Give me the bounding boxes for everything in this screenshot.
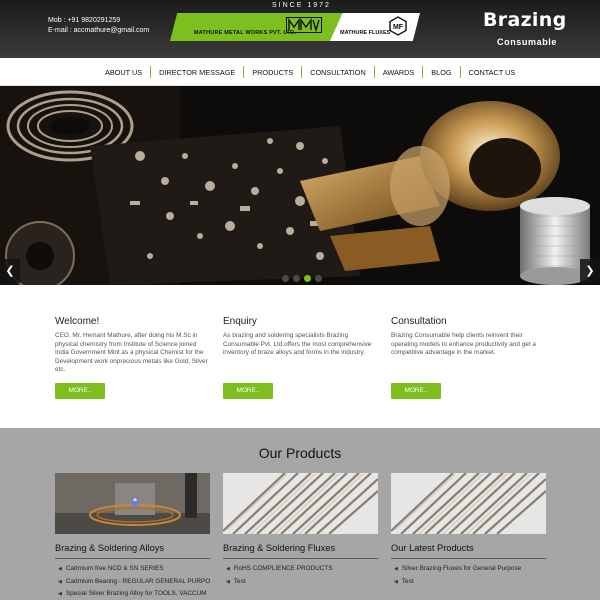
contact-mobile: Mob : +91 9820291259 — [48, 17, 121, 24]
product-card-title[interactable]: Our Latest Products — [391, 543, 546, 559]
company-name: MATHURE METAL WORKS PVT. LTD. — [194, 30, 296, 36]
product-list: RoHS COMPLIENCE PRODUCTS Test — [223, 563, 378, 588]
slider-dot[interactable] — [315, 275, 322, 282]
intro-section: Welcome! CEO. Mr. Hemant Mathure, after … — [0, 285, 600, 428]
consultation-title: Consultation — [391, 316, 447, 327]
nav-item-consultation[interactable]: CONSULTATION — [302, 67, 374, 78]
chevron-left-icon: ❮ — [5, 265, 15, 277]
consultation-text: Brazing Consumable help clients reinvent… — [391, 332, 536, 357]
product-card-alloys[interactable]: Brazing & Soldering Alloys Cadmium free … — [55, 473, 210, 601]
product-list: Cadmium free NCD & SN SERIES Cadmium Bea… — [55, 563, 210, 601]
welcome-column: Welcome! CEO. Mr. Hemant Mathure, after … — [55, 316, 210, 375]
welcome-title: Welcome! — [55, 316, 100, 327]
brand-title[interactable]: Brazing — [483, 9, 566, 31]
slider-next-button[interactable]: ❯ — [580, 259, 600, 283]
since-label: SINCE 1972 — [272, 2, 331, 9]
nav-item-awards[interactable]: AWARDS — [375, 67, 423, 78]
product-image-rods-latest[interactable] — [391, 473, 546, 534]
mf-logo-text: MF — [393, 24, 404, 31]
enquiry-more-button[interactable]: MORE.. — [223, 383, 273, 399]
enquiry-text: As brazing and soldering specialists Bra… — [223, 332, 372, 357]
chevron-right-icon: ❯ — [585, 265, 595, 277]
product-list: Silver Brazing Fluxes for General Purpos… — [391, 563, 546, 588]
brand-green-strip — [170, 13, 350, 41]
product-image-torch[interactable] — [55, 473, 210, 534]
hero-slider: ❮ ❯ — [0, 86, 600, 285]
consultation-more-button[interactable]: MORE.. — [391, 383, 441, 399]
product-image-rods[interactable] — [223, 473, 378, 534]
company-brand-band[interactable]: MATHURE METAL WORKS PVT. LTD. MATHURE FL… — [170, 13, 420, 41]
enquiry-column: Enquiry As brazing and soldering special… — [223, 316, 378, 358]
product-list-item[interactable]: Cadmium Bearing - REGULAR GENERAL PURPOS… — [55, 576, 210, 589]
mmw-logo-icon — [286, 17, 322, 33]
consultation-column: Consultation Brazing Consumable help cli… — [391, 316, 546, 358]
nav-item-about-us[interactable]: ABOUT US — [97, 67, 150, 78]
enquiry-title: Enquiry — [223, 316, 257, 327]
product-list-item[interactable]: Test — [391, 576, 546, 589]
welcome-text: CEO. Mr. Hemant Mathure, after doing his… — [55, 332, 208, 374]
product-card-latest[interactable]: Our Latest Products Silver Brazing Fluxe… — [391, 473, 546, 588]
mf-logo-icon: MF — [389, 16, 407, 36]
nav-item-products[interactable]: PRODUCTS — [244, 67, 301, 78]
welcome-more-button[interactable]: MORE.. — [55, 383, 105, 399]
product-list-item[interactable]: RoHS COMPLIENCE PRODUCTS — [223, 563, 378, 576]
product-card-fluxes[interactable]: Brazing & Soldering Fluxes RoHS COMPLIEN… — [223, 473, 378, 588]
slider-prev-button[interactable]: ❮ — [0, 259, 20, 283]
brand-subtitle: Consumable — [497, 37, 558, 47]
nav-item-director-message[interactable]: DIRECTOR MESSAGE — [151, 67, 243, 78]
product-card-title[interactable]: Brazing & Soldering Alloys — [55, 543, 210, 559]
contact-info: Mob : +91 9820291259 E-mail : accmathure… — [48, 16, 149, 36]
slider-dot-active[interactable] — [304, 275, 311, 282]
product-list-item[interactable]: Test — [223, 576, 378, 589]
site-header: Mob : +91 9820291259 E-mail : accmathure… — [0, 0, 600, 58]
products-heading: Our Products — [258, 445, 342, 461]
fluxes-name: MATHURE FLUXES — [340, 30, 391, 36]
hero-slide-image — [0, 86, 600, 285]
nav-list: ABOUT US DIRECTOR MESSAGE PRODUCTS CONSU… — [97, 58, 523, 86]
product-card-title[interactable]: Brazing & Soldering Fluxes — [223, 543, 378, 559]
nav-item-contact-us[interactable]: CONTACT US — [461, 67, 524, 78]
nav-item-blog[interactable]: BLOG — [423, 67, 459, 78]
slider-dots — [282, 275, 322, 282]
slider-dot[interactable] — [282, 275, 289, 282]
products-section: Our Products Brazing & Soldering Alloys … — [0, 428, 600, 600]
product-list-item[interactable]: Silver Brazing Fluxes for General Purpos… — [391, 563, 546, 576]
product-list-item[interactable]: Special Silver Brazing Alloy for TOOLS, … — [55, 588, 210, 601]
product-list-item[interactable]: Cadmium free NCD & SN SERIES — [55, 563, 210, 576]
main-nav: ABOUT US DIRECTOR MESSAGE PRODUCTS CONSU… — [0, 58, 600, 86]
slider-dot[interactable] — [293, 275, 300, 282]
contact-email[interactable]: E-mail : accmathure@gmail.com — [48, 26, 149, 36]
